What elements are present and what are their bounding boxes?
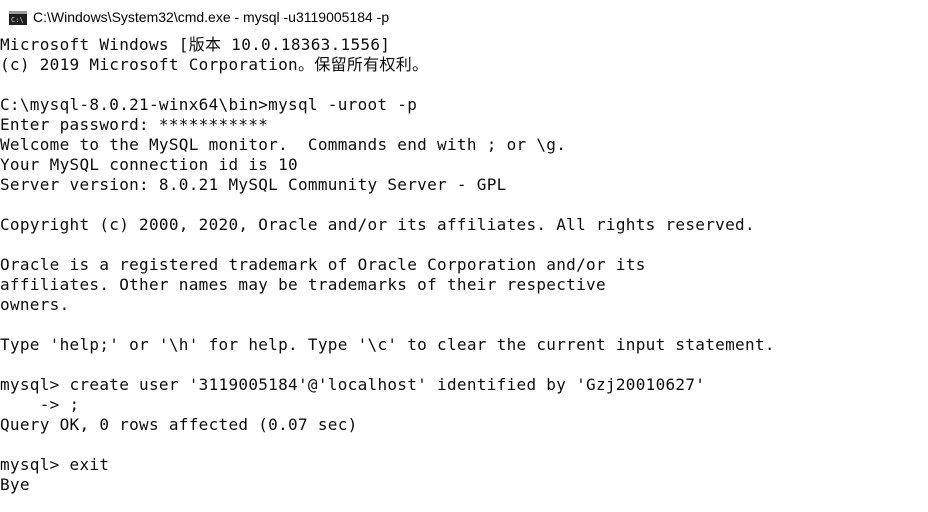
console-line: owners. bbox=[0, 295, 70, 314]
console-output[interactable]: Microsoft Windows [版本 10.0.18363.1556] (… bbox=[0, 35, 928, 512]
title-bar[interactable]: C:\ C:\Windows\System32\cmd.exe - mysql … bbox=[0, 0, 928, 33]
console-line: Oracle is a registered trademark of Orac… bbox=[0, 255, 646, 274]
console-line: Copyright (c) 2000, 2020, Oracle and/or … bbox=[0, 215, 755, 234]
console-line: C:\mysql-8.0.21-winx64\bin>mysql -uroot … bbox=[0, 95, 418, 114]
console-line: mysql> exit bbox=[0, 455, 110, 474]
console-line: Bye bbox=[0, 475, 30, 494]
console-line: -> ; bbox=[0, 395, 80, 414]
console-line: Type 'help;' or '\h' for help. Type '\c'… bbox=[0, 335, 775, 354]
console-line: Microsoft Windows [版本 10.0.18363.1556] bbox=[0, 35, 391, 54]
console-line: Welcome to the MySQL monitor. Commands e… bbox=[0, 135, 567, 154]
window-title: C:\Windows\System32\cmd.exe - mysql -u31… bbox=[33, 8, 390, 25]
console-line: affiliates. Other names may be trademark… bbox=[0, 275, 606, 294]
console-line: Server version: 8.0.21 MySQL Community S… bbox=[0, 175, 507, 194]
console-line: Your MySQL connection id is 10 bbox=[0, 155, 298, 174]
cmd-icon: C:\ bbox=[9, 10, 27, 25]
console-line: (c) 2019 Microsoft Corporation。保留所有权利。 bbox=[0, 55, 429, 74]
console-line: Enter password: *********** bbox=[0, 115, 269, 134]
console-line: Query OK, 0 rows affected (0.07 sec) bbox=[0, 415, 358, 434]
svg-text:C:\: C:\ bbox=[11, 16, 24, 24]
console-line: mysql> create user '3119005184'@'localho… bbox=[0, 375, 706, 394]
